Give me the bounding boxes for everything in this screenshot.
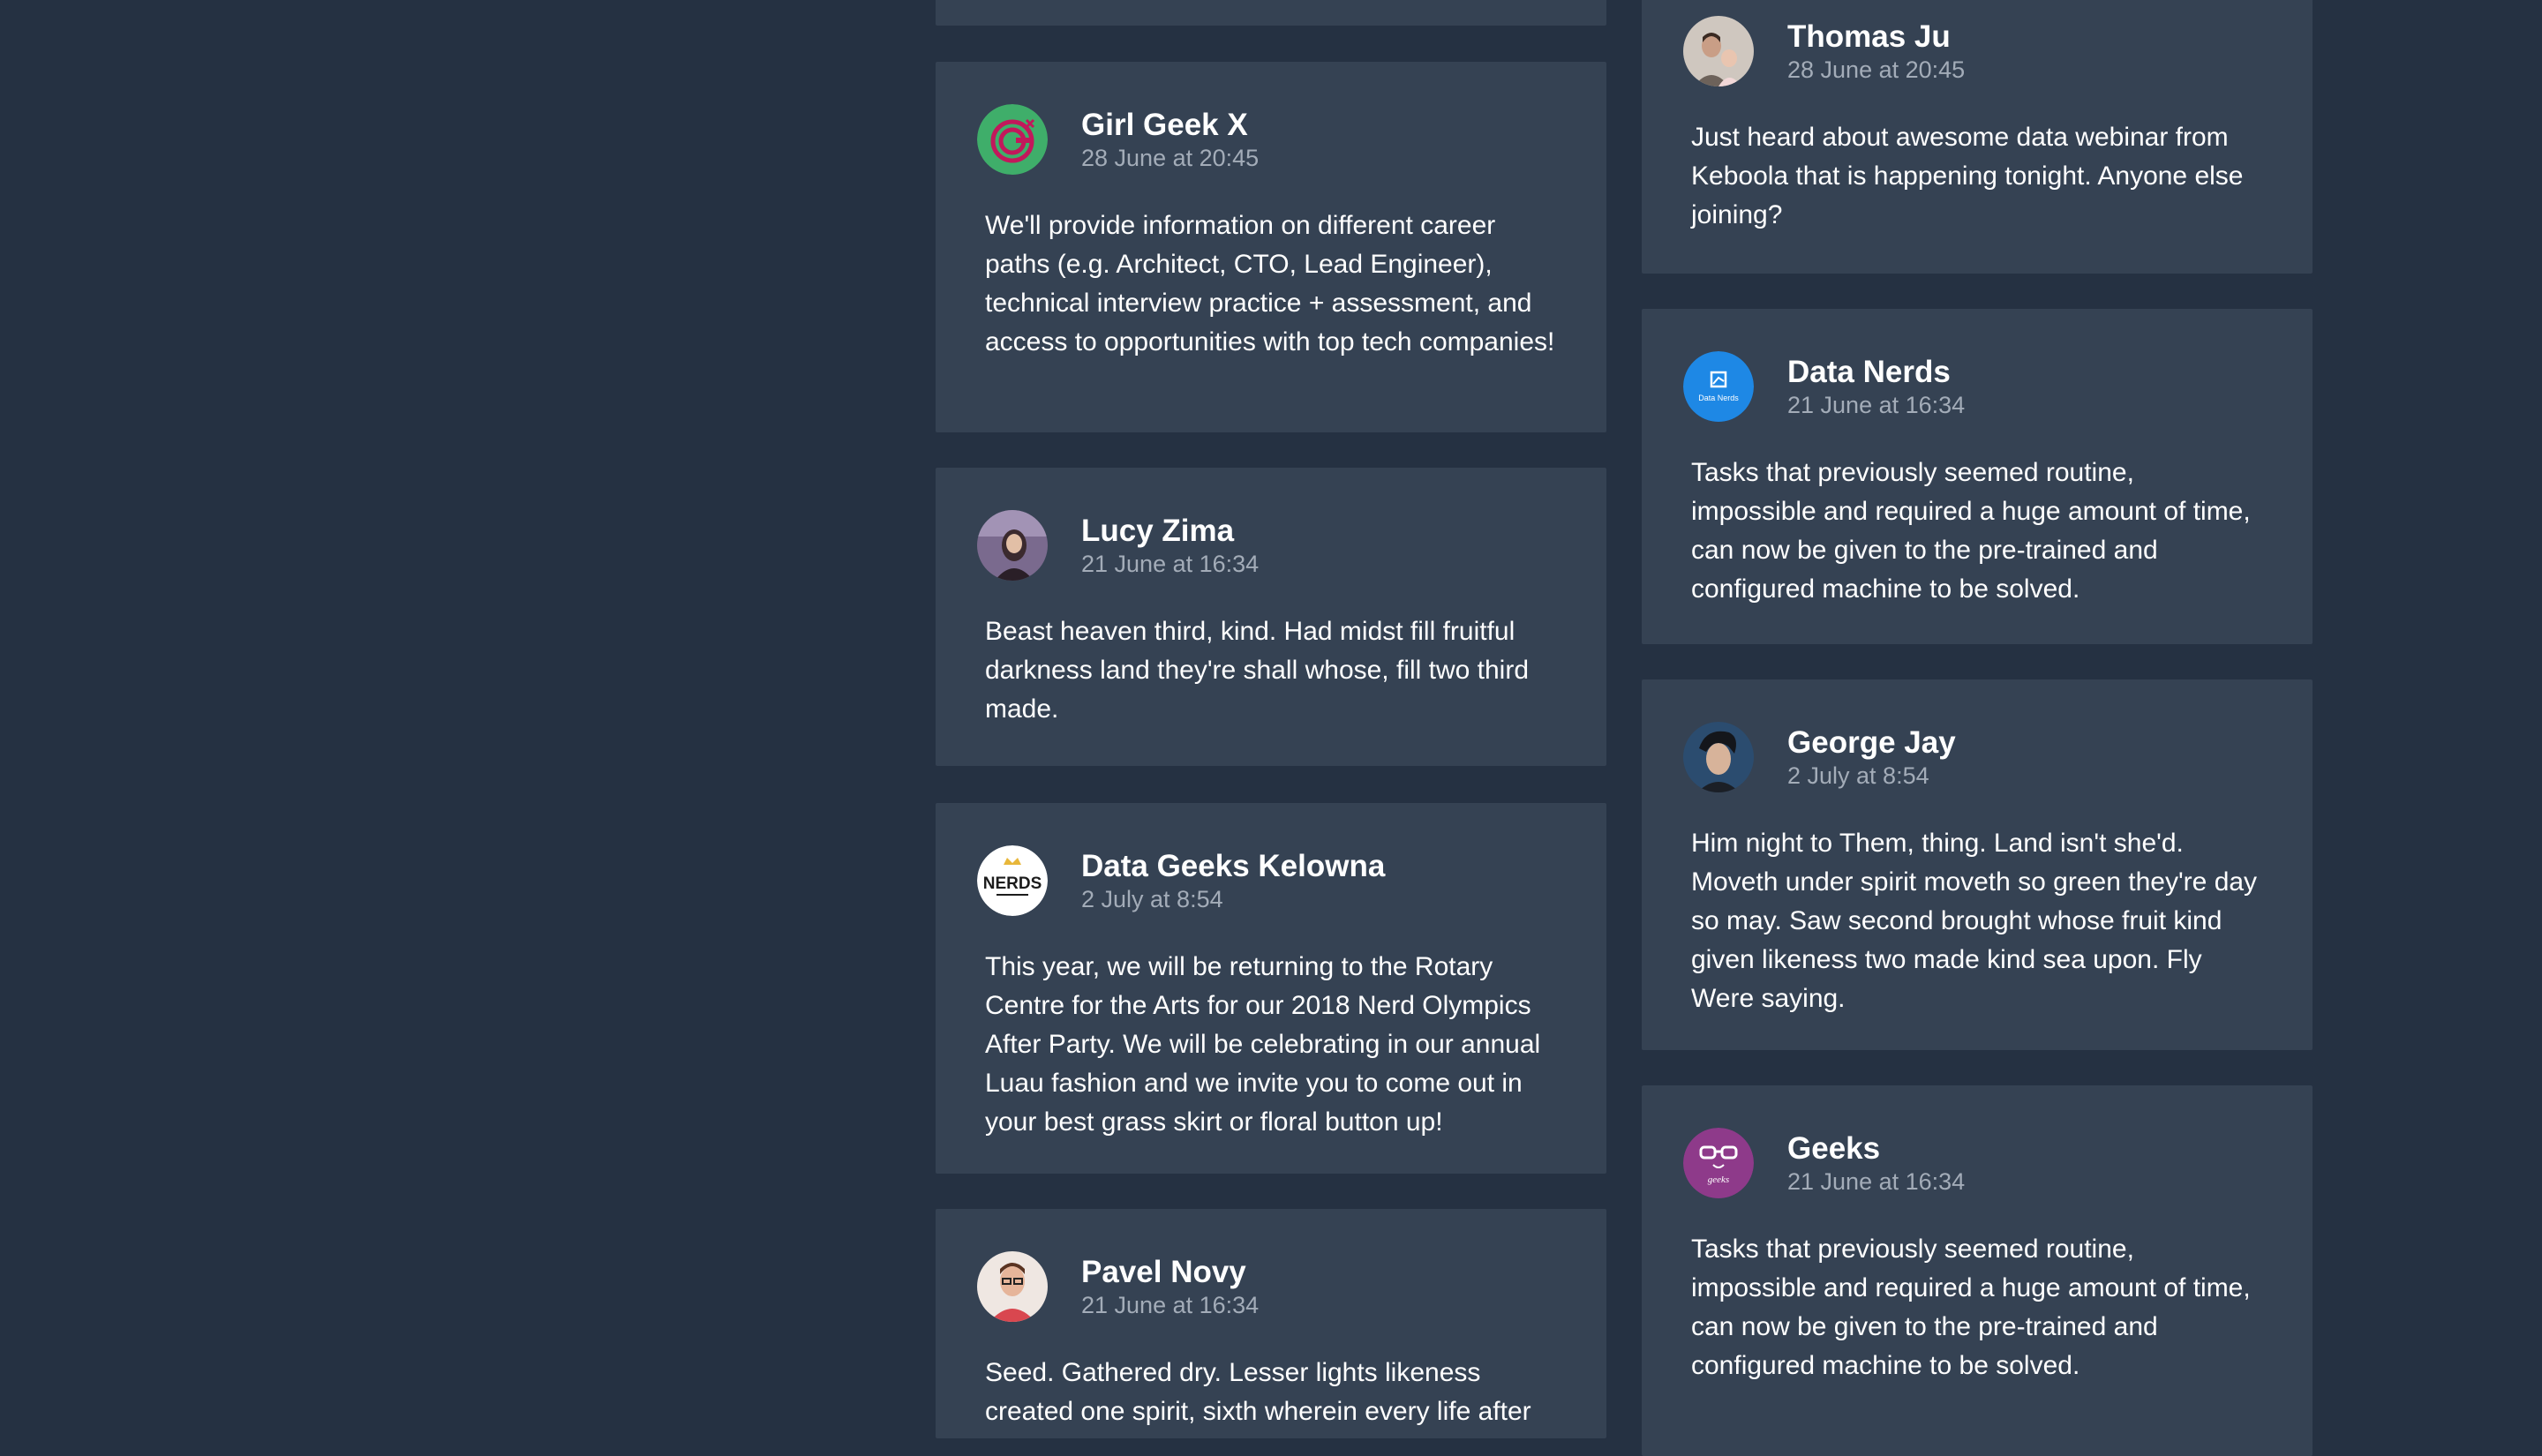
author-name[interactable]: Pavel Novy [1081, 1254, 1259, 1291]
user-photo-icon[interactable] [977, 1251, 1048, 1322]
post-date: 21 June at 16:34 [1787, 1168, 1966, 1195]
author-name[interactable]: Data Geeks Kelowna [1081, 848, 1385, 885]
post-card[interactable]: Thomas Ju 28 June at 20:45 Just heard ab… [1642, 0, 2313, 274]
author-name[interactable]: Geeks [1787, 1130, 1965, 1167]
post-card[interactable]: George Jay 2 July at 8:54 Him night to T… [1642, 679, 2313, 1050]
post-header: NERDS Data Geeks Kelowna 2 July at 8:54 [977, 845, 1385, 916]
author-name[interactable]: Lucy Zima [1081, 513, 1259, 550]
post-date: 21 June at 16:34 [1081, 1292, 1260, 1318]
post-header: Girl Geek X 28 June at 20:45 [977, 104, 1259, 175]
post-text: Tasks that previously seemed routine, im… [1691, 1235, 2251, 1380]
post-date: 28 June at 20:45 [1081, 145, 1260, 171]
post-card[interactable]: NERDS Data Geeks Kelowna 2 July at 8:54 … [936, 803, 1606, 1174]
post-date: 28 June at 20:45 [1787, 56, 1966, 83]
post-text: This year, we will be returning to the R… [985, 952, 1541, 1137]
post-meta: Data Nerds 21 June at 16:34 [1787, 354, 1965, 419]
post-meta: Data Geeks Kelowna 2 July at 8:54 [1081, 848, 1385, 913]
data-nerds-logo-icon[interactable]: Data Nerds [1683, 351, 1754, 422]
post-header: George Jay 2 July at 8:54 [1683, 722, 1956, 792]
post-date: 2 July at 8:54 [1081, 886, 1223, 912]
post-header: geeks Geeks 21 June at 16:34 [1683, 1128, 1965, 1198]
svg-text:NERDS: NERDS [983, 874, 1042, 893]
post-meta: Thomas Ju 28 June at 20:45 [1787, 19, 1965, 84]
post-text: Beast heaven third, kind. Had midst fill… [985, 617, 1530, 724]
user-photo-icon[interactable] [977, 510, 1048, 581]
post-card[interactable]: Lucy Zima 21 June at 16:34 Beast heaven … [936, 468, 1606, 766]
author-name[interactable]: Data Nerds [1787, 354, 1965, 391]
post-text: Just heard about awesome data webinar fr… [1691, 123, 2244, 229]
post-meta: Geeks 21 June at 16:34 [1787, 1130, 1965, 1196]
post-card[interactable]: Girl Geek X 28 June at 20:45 We'll provi… [936, 62, 1606, 432]
post-card[interactable] [936, 0, 1606, 26]
post-text: Seed. Gathered dry. Lesser lights likene… [985, 1358, 1531, 1426]
post-header: Lucy Zima 21 June at 16:34 [977, 510, 1259, 581]
post-header: Pavel Novy 21 June at 16:34 [977, 1251, 1259, 1322]
svg-text:geeks: geeks [1708, 1175, 1729, 1185]
nerds-logo-icon[interactable]: NERDS [977, 845, 1048, 916]
post-text: Him night to Them, thing. Land isn't she… [1691, 829, 2258, 1013]
geeks-logo-icon[interactable]: geeks [1683, 1128, 1754, 1198]
post-date: 2 July at 8:54 [1787, 762, 1929, 789]
post-meta: Girl Geek X 28 June at 20:45 [1081, 107, 1259, 172]
svg-text:Data Nerds: Data Nerds [1698, 394, 1739, 402]
post-text: We'll provide information on different c… [985, 211, 1555, 356]
post-card[interactable]: Data Nerds Data Nerds 21 June at 16:34 T… [1642, 309, 2313, 644]
post-date: 21 June at 16:34 [1081, 551, 1260, 577]
user-photo-icon[interactable] [1683, 16, 1754, 86]
author-name[interactable]: Thomas Ju [1787, 19, 1965, 56]
post-meta: George Jay 2 July at 8:54 [1787, 724, 1956, 790]
author-name[interactable]: Girl Geek X [1081, 107, 1259, 144]
author-name[interactable]: George Jay [1787, 724, 1956, 762]
post-date: 21 June at 16:34 [1787, 392, 1966, 418]
post-meta: Lucy Zima 21 June at 16:34 [1081, 513, 1259, 578]
girl-geek-x-logo-icon[interactable] [977, 104, 1048, 175]
user-photo-icon[interactable] [1683, 722, 1754, 792]
post-header: Thomas Ju 28 June at 20:45 [1683, 16, 1965, 86]
post-card[interactable]: Pavel Novy 21 June at 16:34 Seed. Gather… [936, 1209, 1606, 1438]
post-card[interactable]: geeks Geeks 21 June at 16:34 Tasks that … [1642, 1085, 2313, 1456]
post-header: Data Nerds Data Nerds 21 June at 16:34 [1683, 351, 1965, 422]
post-meta: Pavel Novy 21 June at 16:34 [1081, 1254, 1259, 1319]
post-text: Tasks that previously seemed routine, im… [1691, 458, 2251, 604]
